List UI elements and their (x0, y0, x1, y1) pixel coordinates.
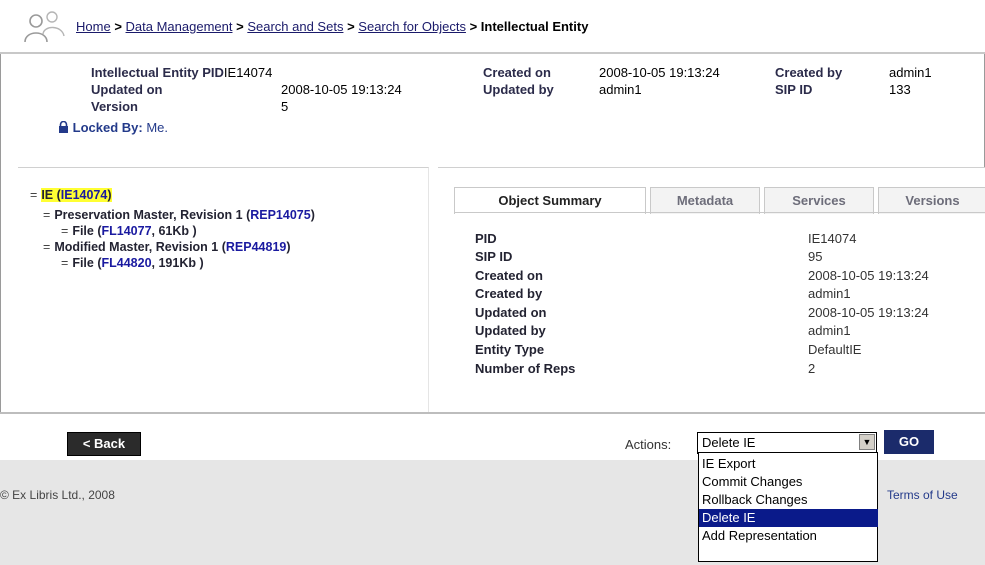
summary-value: 2 (808, 361, 816, 376)
collapse-icon[interactable]: = (43, 208, 50, 222)
breadcrumb-current: Intellectual Entity (480, 19, 589, 34)
tab-divider (454, 212, 985, 213)
summary-key: PID (475, 231, 497, 246)
tree-node-label: Modified Master, Revision 1 ( (54, 240, 226, 254)
updated-on-label: Updated on (91, 82, 163, 97)
option-delete-ie[interactable]: Delete IE (699, 509, 878, 527)
meta-middle-values: 2008-10-05 19:13:24 admin1 (599, 64, 720, 98)
summary-value: 2008-10-05 19:13:24 (808, 268, 929, 283)
tree-node-id[interactable]: REP44819 (226, 240, 286, 254)
people-logo-icon (24, 11, 65, 43)
sip-id-label: SIP ID (775, 82, 813, 97)
back-button[interactable]: < Back (67, 432, 141, 456)
tab-versions[interactable]: Versions (878, 187, 985, 214)
summary-key: Created on (475, 268, 543, 283)
tree-node-label: File ( (72, 256, 102, 270)
tree-node-close: ) (286, 240, 291, 254)
summary-value: admin1 (808, 286, 851, 301)
tree-node-rep-preservation[interactable]: = Preservation Master, Revision 1 (REP140… (43, 208, 315, 222)
version-value: 5 (281, 99, 289, 114)
breadcrumb: Home > Data Management > Search and Sets… (76, 19, 588, 34)
option-rollback-changes[interactable]: Rollback Changes (699, 491, 878, 509)
meta-left: Intellectual Entity PIDIE14074 Updated o… (91, 64, 272, 115)
created-by-label: Created by (775, 65, 843, 80)
collapse-icon[interactable]: = (61, 256, 68, 270)
created-on-label: Created on (483, 65, 551, 80)
summary-key: SIP ID (475, 249, 513, 264)
header: Home > Data Management > Search and Sets… (0, 0, 985, 54)
summary-key: Created by (475, 286, 543, 301)
tree-node-id[interactable]: REP14075 (250, 208, 310, 222)
breadcrumb-separator: > (469, 19, 478, 34)
tab-metadata[interactable]: Metadata (650, 187, 760, 214)
updated-by-value: admin1 (599, 82, 642, 97)
version-label: Version (91, 99, 138, 114)
tree-node-id[interactable]: FL14077 (101, 224, 151, 238)
actions-select-value: Delete IE (702, 435, 756, 450)
breadcrumb-search-for-objects[interactable]: Search for Objects (358, 19, 466, 34)
option-ie-export[interactable]: IE Export (699, 455, 878, 473)
summary-key: Updated by (475, 323, 546, 338)
summary-value: 2008-10-05 19:13:24 (808, 305, 929, 320)
updated-on-value: 2008-10-05 19:13:24 (281, 82, 402, 97)
tree-node-size: , 191Kb ) (151, 256, 204, 270)
tree-node-label: IE ( (41, 188, 61, 202)
actions-dropdown-list: IE Export Commit Changes Rollback Change… (698, 452, 878, 562)
summary-key: Entity Type (475, 342, 545, 357)
breadcrumb-data-management[interactable]: Data Management (126, 19, 233, 34)
tree-node-id[interactable]: IE14074 (61, 188, 108, 202)
meta-right-values: admin1 133 (889, 64, 932, 98)
updated-by-label: Updated by (483, 82, 554, 97)
collapse-icon[interactable]: = (30, 188, 37, 202)
ie-pid-label: Intellectual Entity PID (91, 65, 224, 80)
ie-pid-value: IE14074 (223, 65, 273, 80)
sip-id-value: 133 (889, 82, 911, 97)
breadcrumb-separator: > (236, 19, 244, 34)
summary-key: Number of Reps (475, 361, 576, 376)
actions-select[interactable]: Delete IE ▼ (697, 432, 877, 454)
tree-node-ie[interactable]: = IE (IE14074) (30, 188, 112, 202)
summary-key: Updated on (475, 305, 547, 320)
chevron-down-icon[interactable]: ▼ (859, 434, 875, 450)
option-commit-changes[interactable]: Commit Changes (699, 473, 878, 491)
summary-value: 95 (808, 249, 823, 264)
tree-node-close: ) (310, 208, 315, 222)
tree-node-file-1[interactable]: = File (FL14077, 61Kb ) (61, 224, 197, 238)
breadcrumb-separator: > (114, 19, 122, 34)
actions-label: Actions: (625, 437, 672, 452)
tree-node-close: ) (107, 188, 112, 202)
tab-services[interactable]: Services (764, 187, 874, 214)
meta-left-values: 2008-10-05 19:13:24 5 (281, 81, 402, 115)
terms-of-use-link[interactable]: Terms of Use (887, 488, 958, 502)
tree-node-size: , 61Kb ) (151, 224, 197, 238)
summary-value: DefaultIE (808, 342, 862, 357)
tree-node-label: File ( (72, 224, 102, 238)
breadcrumb-home[interactable]: Home (76, 19, 111, 34)
summary-value: admin1 (808, 323, 851, 338)
option-add-representation[interactable]: Add Representation (699, 527, 878, 545)
tree-node-id[interactable]: FL44820 (101, 256, 151, 270)
meta-middle: Created on Updated by (483, 64, 554, 98)
go-button[interactable]: GO (884, 430, 934, 454)
locked-label: Locked By: (72, 120, 143, 135)
summary-value: IE14074 (808, 231, 857, 246)
tree-node-rep-modified[interactable]: = Modified Master, Revision 1 (REP44819) (43, 240, 291, 254)
tree-pane (18, 167, 429, 413)
collapse-icon[interactable]: = (61, 224, 68, 238)
locked-by: Locked By: Me. (58, 120, 168, 135)
tree-node-label: Preservation Master, Revision 1 ( (54, 208, 251, 222)
collapse-icon[interactable]: = (43, 240, 50, 254)
created-on-value: 2008-10-05 19:13:24 (599, 65, 720, 80)
copyright: © Ex Libris Ltd., 2008 (0, 488, 115, 502)
meta-right: Created by SIP ID (775, 64, 842, 98)
created-by-value: admin1 (889, 65, 932, 80)
breadcrumb-search-and-sets[interactable]: Search and Sets (247, 19, 343, 34)
breadcrumb-separator: > (347, 19, 355, 34)
lock-icon (59, 120, 68, 133)
tree-node-file-2[interactable]: = File (FL44820, 191Kb ) (61, 256, 204, 270)
tab-object-summary[interactable]: Object Summary (454, 187, 646, 214)
locked-value: Me. (146, 120, 168, 135)
